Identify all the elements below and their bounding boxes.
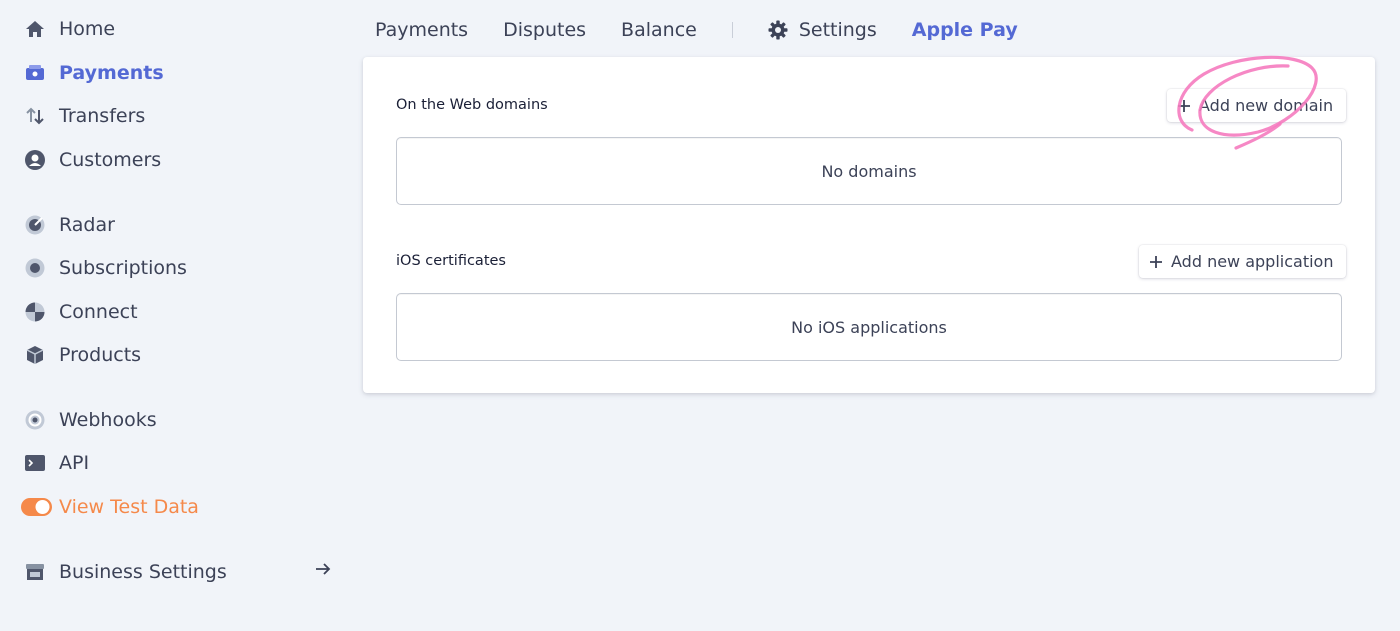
- sidebar-item-label: Connect: [59, 301, 138, 323]
- ios-applications-empty-state: No iOS applications: [396, 293, 1342, 361]
- webhooks-icon: [24, 409, 46, 431]
- tab-settings[interactable]: Settings: [767, 19, 877, 41]
- radar-icon: [24, 214, 46, 236]
- apple-pay-card: On the Web domains Add new domain No dom…: [363, 57, 1375, 393]
- sidebar-item-label: Products: [59, 344, 142, 366]
- sidebar-item-label: View Test Data: [59, 496, 199, 518]
- sidebar-item-label: API: [59, 452, 90, 474]
- transfers-icon: [24, 105, 46, 127]
- web-domains-empty-state: No domains: [396, 137, 1342, 205]
- top-tabs: Payments Disputes Balance Settings Apple…: [375, 14, 1053, 46]
- products-icon: [24, 344, 46, 366]
- add-new-application-button[interactable]: Add new application: [1139, 245, 1347, 278]
- connect-icon: [24, 301, 46, 323]
- tab-divider: [731, 22, 733, 38]
- tab-balance[interactable]: Balance: [621, 19, 697, 41]
- toggle-icon[interactable]: [21, 496, 53, 518]
- sidebar-item-home[interactable]: Home: [24, 15, 324, 43]
- sidebar-item-transfers[interactable]: Transfers: [24, 102, 324, 130]
- sidebar-item-webhooks[interactable]: Webhooks: [24, 406, 324, 434]
- sidebar-item-label: Transfers: [59, 105, 146, 127]
- customers-icon: [24, 149, 46, 171]
- add-new-domain-label: Add new domain: [1199, 96, 1334, 115]
- tab-apple-pay[interactable]: Apple Pay: [912, 19, 1018, 41]
- add-new-application-label: Add new application: [1171, 252, 1334, 271]
- add-new-domain-button[interactable]: Add new domain: [1167, 89, 1347, 122]
- sidebar-item-customers[interactable]: Customers: [24, 146, 324, 174]
- store-icon: [24, 561, 46, 583]
- arrow-right-icon[interactable]: [314, 560, 332, 583]
- plus-icon: [1177, 99, 1191, 113]
- gear-icon: [767, 19, 789, 41]
- payments-icon: [24, 62, 46, 84]
- sidebar-item-label: Webhooks: [59, 409, 157, 431]
- web-domains-title: On the Web domains: [396, 97, 548, 113]
- sidebar-item-subscriptions[interactable]: Subscriptions: [24, 254, 324, 282]
- terminal-icon: [24, 452, 46, 474]
- sidebar-item-label: Subscriptions: [59, 257, 187, 279]
- ios-applications-empty-text: No iOS applications: [791, 317, 947, 337]
- web-domains-empty-text: No domains: [821, 161, 917, 181]
- sidebar-item-connect[interactable]: Connect: [24, 298, 324, 326]
- subscriptions-icon: [24, 257, 46, 279]
- home-icon: [24, 18, 46, 40]
- plus-icon: [1149, 255, 1163, 269]
- sidebar-item-label: Business Settings: [59, 561, 227, 583]
- tab-payments[interactable]: Payments: [375, 19, 468, 41]
- tab-disputes[interactable]: Disputes: [503, 19, 586, 41]
- sidebar: Home Payments Transfers Customers Radar …: [0, 0, 345, 631]
- tab-settings-label: Settings: [798, 19, 877, 41]
- sidebar-item-payments[interactable]: Payments: [24, 59, 324, 87]
- ios-certificates-title: iOS certificates: [396, 253, 506, 269]
- sidebar-item-label: Customers: [59, 149, 162, 171]
- sidebar-item-api[interactable]: API: [24, 449, 324, 477]
- sidebar-item-label: Radar: [59, 214, 115, 236]
- sidebar-item-label: Payments: [59, 62, 164, 84]
- sidebar-item-business-settings[interactable]: Business Settings: [24, 558, 331, 586]
- sidebar-item-products[interactable]: Products: [24, 341, 324, 369]
- sidebar-item-label: Home: [59, 18, 116, 40]
- sidebar-item-view-test-data[interactable]: View Test Data: [21, 493, 324, 521]
- sidebar-item-radar[interactable]: Radar: [24, 211, 324, 239]
